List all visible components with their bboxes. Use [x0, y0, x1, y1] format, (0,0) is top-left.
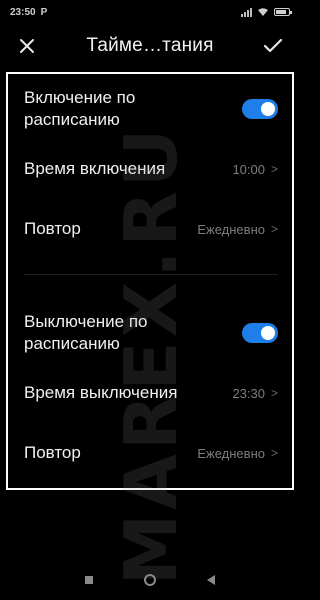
status-right	[241, 7, 292, 17]
status-time: 23:50	[10, 6, 36, 18]
on-time-row[interactable]: Время включения 10:00 >	[24, 154, 278, 184]
chevron-right-icon: >	[270, 222, 278, 236]
schedule-on-label: Включение по расписанию	[24, 88, 136, 129]
off-time-label: Время выключения	[24, 383, 178, 402]
off-time-value: 23:30	[232, 385, 265, 401]
home-icon[interactable]	[143, 574, 156, 586]
off-repeat-value-group: Ежедневно >	[197, 446, 278, 461]
off-repeat-value: Ежедневно	[197, 445, 265, 461]
toggle-knob	[261, 102, 275, 116]
recent-apps-icon[interactable]	[85, 576, 94, 584]
close-icon	[20, 39, 34, 53]
check-icon	[263, 38, 283, 53]
schedule-on-row[interactable]: Включение по расписанию	[24, 84, 278, 134]
chevron-right-icon: >	[270, 162, 278, 176]
navigation-bar	[0, 560, 300, 600]
status-bar: 23:50 P	[0, 0, 300, 24]
off-time-value-group: 23:30 >	[232, 386, 278, 401]
battery-icon	[274, 8, 292, 16]
page-title: Тайме…тания	[86, 35, 214, 56]
back-icon[interactable]	[206, 575, 215, 585]
off-repeat-row[interactable]: Повтор Ежедневно >	[24, 438, 278, 468]
carrier-icon: P	[40, 6, 48, 18]
schedule-off-row[interactable]: Выключение по расписанию	[24, 308, 278, 358]
top-bar: Тайме…тания	[0, 28, 300, 64]
schedule-off-toggle[interactable]	[242, 323, 278, 343]
on-repeat-value: Ежедневно	[197, 221, 265, 237]
off-repeat-label: Повтор	[24, 443, 81, 462]
confirm-button[interactable]	[260, 33, 286, 59]
toggle-knob	[261, 326, 275, 340]
on-repeat-value-group: Ежедневно >	[197, 222, 278, 237]
chevron-right-icon: >	[270, 386, 278, 400]
on-repeat-row[interactable]: Повтор Ежедневно >	[24, 214, 278, 244]
schedule-off-label: Выключение по расписанию	[24, 312, 148, 353]
signal-icon	[241, 7, 252, 17]
on-time-value-group: 10:00 >	[232, 162, 278, 177]
on-time-value: 10:00	[232, 161, 265, 177]
section-divider	[24, 274, 278, 275]
chevron-right-icon: >	[270, 446, 278, 460]
status-left: 23:50 P	[10, 7, 47, 18]
on-time-label: Время включения	[24, 159, 166, 178]
on-repeat-label: Повтор	[24, 219, 81, 238]
off-time-row[interactable]: Время выключения 23:30 >	[24, 378, 278, 408]
settings-panel: Включение по расписанию Время включения …	[6, 72, 294, 490]
close-button[interactable]	[14, 33, 40, 59]
schedule-on-toggle[interactable]	[242, 99, 278, 119]
wifi-icon	[258, 7, 268, 16]
